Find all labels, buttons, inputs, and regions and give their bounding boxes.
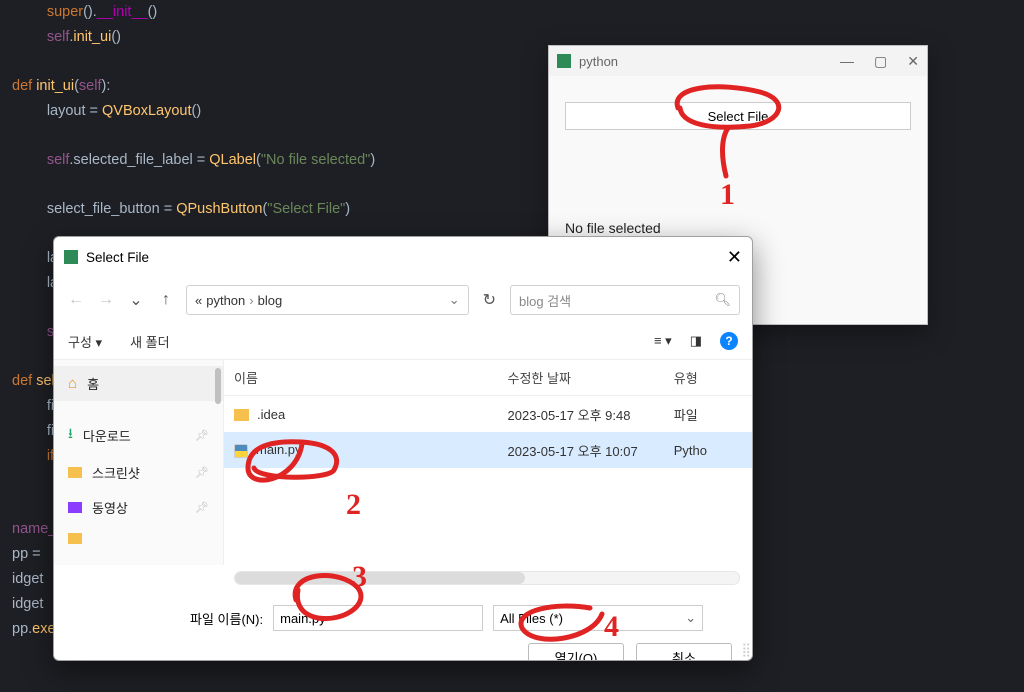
- open-button[interactable]: 열기(O): [528, 643, 624, 661]
- dialog-titlebar: Select File ✕: [54, 237, 752, 277]
- file-list-header: 이름 수정한 날짜 유형: [224, 360, 752, 396]
- file-type: 파일: [664, 405, 752, 424]
- toolbar-organize[interactable]: 구성 ▾: [68, 332, 102, 351]
- chevron-down-icon: ⌄: [685, 610, 696, 626]
- download-icon: ⭳: [68, 423, 73, 447]
- dialog-app-icon: [64, 250, 78, 264]
- sidebar-item-label: 스크린샷: [92, 463, 140, 482]
- header-date[interactable]: 수정한 날짜: [498, 360, 664, 395]
- file-name: .idea: [257, 407, 285, 422]
- close-button[interactable]: ✕: [907, 53, 919, 70]
- filetype-label: All Files (*): [500, 611, 563, 626]
- dialog-title: Select File: [86, 250, 149, 265]
- nav-forward-button[interactable]: →: [96, 291, 116, 309]
- sidebar-item-home[interactable]: ⌂ 홈: [54, 366, 223, 401]
- file-date: 2023-05-17 오후 9:48: [498, 405, 664, 424]
- resize-grip[interactable]: ⣿: [741, 642, 748, 658]
- header-name[interactable]: 이름: [224, 360, 498, 395]
- breadcrumb-root: «: [195, 293, 202, 308]
- horizontal-scrollbar[interactable]: [234, 571, 740, 585]
- cancel-button-label: 취소: [672, 648, 696, 662]
- header-type[interactable]: 유형: [664, 360, 752, 395]
- open-button-label: 열기(O): [555, 648, 598, 662]
- sidebar-item-videos[interactable]: 동영상 📌︎: [54, 490, 223, 525]
- sidebar-scrollbar[interactable]: [215, 368, 221, 404]
- dialog-close-button[interactable]: ✕: [727, 247, 742, 268]
- view-menu-button[interactable]: ≡ ▾: [654, 333, 672, 349]
- toolbar-new-folder[interactable]: 새 폴더: [130, 332, 170, 351]
- dialog-sidebar: ⌂ 홈 ⭳ 다운로드 📌︎ 스크린샷 📌︎ 동영상 📌︎: [54, 360, 224, 565]
- minimize-button[interactable]: —: [840, 53, 854, 70]
- sidebar-item-label: 동영상: [92, 498, 128, 517]
- file-type: Pytho: [664, 443, 752, 458]
- home-icon: ⌂: [68, 375, 77, 392]
- sidebar-item-more[interactable]: [54, 525, 223, 552]
- nav-back-button[interactable]: ←: [66, 291, 86, 309]
- app-icon: [557, 54, 571, 68]
- pywin-title: python: [579, 54, 618, 69]
- chevron-right-icon: ›: [249, 293, 253, 308]
- file-list-row-selected[interactable]: main.py 2023-05-17 오후 10:07 Pytho: [224, 432, 752, 468]
- sidebar-item-label: 다운로드: [83, 426, 131, 445]
- file-list: 이름 수정한 날짜 유형 .idea 2023-05-17 오후 9:48 파일…: [224, 360, 752, 565]
- sidebar-item-screenshots[interactable]: 스크린샷 📌︎: [54, 455, 223, 490]
- breadcrumb-path[interactable]: « python › blog ⌄: [186, 285, 469, 315]
- breadcrumb-p2[interactable]: blog: [258, 293, 283, 308]
- dialog-nav-row: ← → ⌄ ↑ « python › blog ⌄ ↻ blog 검색 🔍︎: [54, 277, 752, 323]
- sidebar-item-downloads[interactable]: ⭳ 다운로드 📌︎: [54, 415, 223, 455]
- selected-file-label: No file selected: [565, 220, 911, 236]
- cancel-button[interactable]: 취소: [636, 643, 732, 661]
- folder-icon: [68, 467, 82, 478]
- breadcrumb-p1[interactable]: python: [206, 293, 245, 308]
- search-icon: 🔍︎: [714, 292, 731, 308]
- preview-pane-button[interactable]: ◨: [690, 333, 702, 349]
- dialog-toolbar: 구성 ▾ 새 폴더 ≡ ▾ ◨ ?: [54, 323, 752, 359]
- help-button[interactable]: ?: [720, 332, 738, 350]
- file-date: 2023-05-17 오후 10:07: [498, 441, 664, 460]
- filename-label: 파일 이름(N):: [190, 609, 263, 628]
- pin-icon: 📌︎: [195, 466, 209, 479]
- pin-icon: 📌︎: [195, 429, 209, 442]
- dialog-bottom: 파일 이름(N): All Files (*) ⌄ 열기(O) 취소: [54, 585, 752, 661]
- file-dialog: Select File ✕ ← → ⌄ ↑ « python › blog ⌄ …: [53, 236, 753, 661]
- nav-up-button[interactable]: ↑: [156, 291, 176, 309]
- breadcrumb-dropdown-icon[interactable]: ⌄: [449, 292, 460, 308]
- folder-icon: [68, 533, 82, 544]
- file-name: main.py: [256, 442, 302, 457]
- sidebar-item-label: 홈: [87, 374, 99, 393]
- folder-icon: [234, 409, 249, 421]
- video-icon: [68, 502, 82, 513]
- refresh-button[interactable]: ↻: [479, 290, 500, 310]
- pin-icon: 📌︎: [195, 501, 209, 514]
- maximize-button[interactable]: ▢: [874, 53, 887, 70]
- select-file-button-label: Select File: [708, 109, 769, 124]
- filetype-select[interactable]: All Files (*) ⌄: [493, 605, 703, 631]
- nav-history-dropdown[interactable]: ⌄: [126, 290, 146, 310]
- search-input[interactable]: blog 검색 🔍︎: [510, 285, 740, 315]
- file-list-row[interactable]: .idea 2023-05-17 오후 9:48 파일: [224, 396, 752, 432]
- pywin-titlebar: python — ▢ ✕: [549, 46, 927, 76]
- search-placeholder: blog 검색: [519, 291, 571, 310]
- horizontal-scrollbar-thumb[interactable]: [235, 572, 525, 584]
- python-file-icon: [234, 444, 248, 458]
- filename-input[interactable]: [273, 605, 483, 631]
- select-file-button[interactable]: Select File: [565, 102, 911, 130]
